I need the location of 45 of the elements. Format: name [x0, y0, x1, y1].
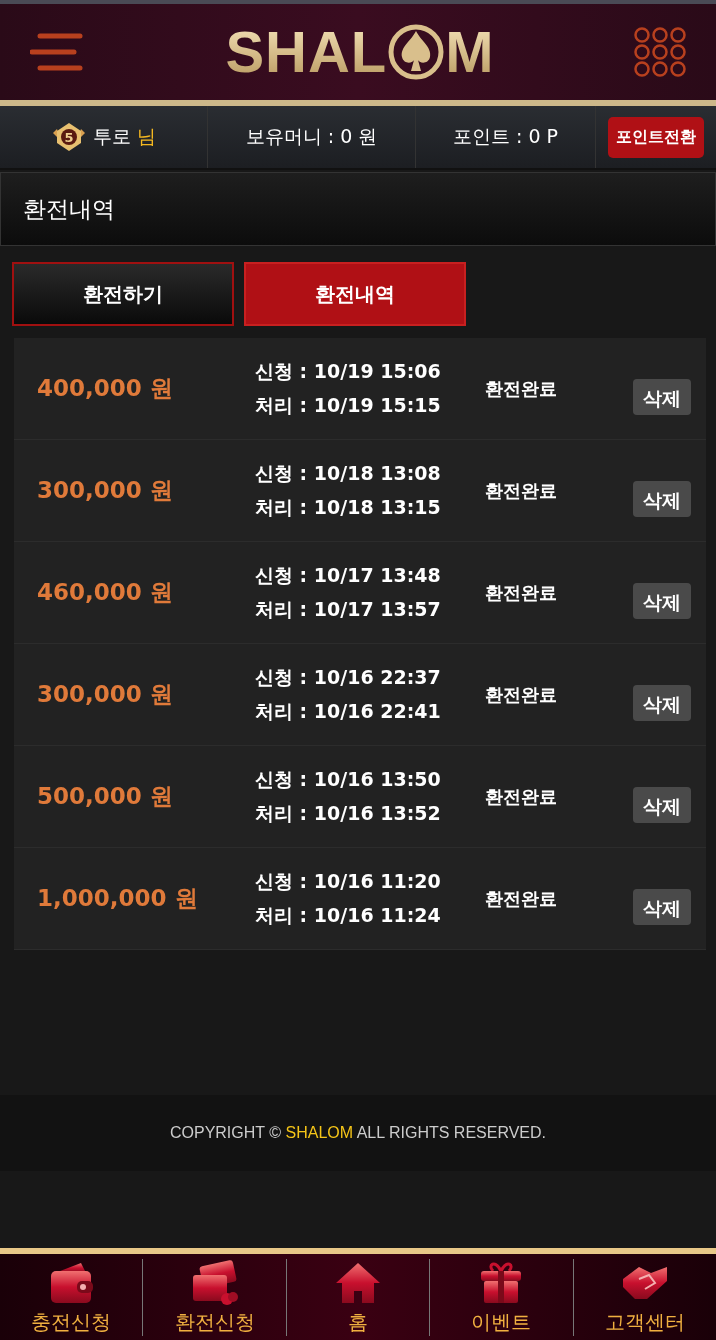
request-time: 신청 : 10/16 22:37 — [255, 664, 442, 690]
amount-text: 460,000 원 — [37, 578, 174, 607]
status-text: 환전완료 — [485, 478, 558, 503]
request-time: 신청 : 10/18 13:08 — [255, 460, 442, 486]
amount-text: 300,000 원 — [37, 476, 174, 505]
process-time: 처리 : 10/16 22:41 — [255, 698, 442, 724]
nav-item[interactable]: 충전신청 — [0, 1258, 144, 1336]
amount-text: 1,000,000 원 — [37, 884, 199, 913]
amount-text: 400,000 원 — [37, 374, 174, 403]
process-time: 처리 : 10/16 11:24 — [255, 902, 442, 928]
delete-button[interactable]: 삭제 — [633, 888, 691, 925]
convert-points-button[interactable]: 포인트전환 — [608, 116, 704, 158]
section-title: 환전내역 — [0, 172, 716, 246]
status-text: 환전완료 — [485, 886, 558, 911]
amount-text: 300,000 원 — [37, 680, 174, 709]
process-time: 처리 : 10/17 13:57 — [255, 596, 442, 622]
status-text: 환전완료 — [485, 580, 558, 605]
tab[interactable]: 환전내역 — [244, 262, 466, 326]
amount-text: 500,000 원 — [37, 782, 174, 811]
status-text: 환전완료 — [485, 784, 558, 809]
balance-text: 보유머니 : 0 원 — [245, 124, 378, 149]
request-time: 신청 : 10/17 13:48 — [255, 562, 442, 588]
delete-button[interactable]: 삭제 — [633, 684, 691, 721]
process-time: 처리 : 10/16 13:52 — [255, 800, 442, 826]
nav-item[interactable]: 환전신청 — [143, 1258, 287, 1336]
grid-menu-button[interactable] — [634, 27, 686, 77]
delete-button[interactable]: 삭제 — [633, 786, 691, 823]
nav-item[interactable]: 고객센터 — [573, 1258, 716, 1336]
delete-button[interactable]: 삭제 — [633, 582, 691, 619]
process-time: 처리 : 10/18 13:15 — [255, 494, 442, 520]
status-text: 환전완료 — [485, 376, 558, 401]
request-time: 신청 : 10/19 15:06 — [255, 358, 442, 384]
delete-button[interactable]: 삭제 — [633, 378, 691, 415]
tab[interactable]: 환전하기 — [12, 262, 234, 326]
username: 투로 — [93, 124, 131, 149]
request-time: 신청 : 10/16 11:20 — [255, 868, 442, 894]
delete-button[interactable]: 삭제 — [633, 480, 691, 517]
status-text: 환전완료 — [485, 682, 558, 707]
request-time: 신청 : 10/16 13:50 — [255, 766, 442, 792]
nav-item[interactable]: 홈 — [286, 1258, 431, 1336]
honorific: 님 — [137, 124, 156, 149]
copyright-text: COPYRIGHT © SHALOM ALL RIGHTS RESERVED. — [169, 1124, 546, 1142]
process-time: 처리 : 10/19 15:15 — [255, 392, 442, 418]
nav-item[interactable]: 이벤트 — [430, 1258, 574, 1336]
points-text: 포인트 : 0 P — [452, 124, 559, 149]
